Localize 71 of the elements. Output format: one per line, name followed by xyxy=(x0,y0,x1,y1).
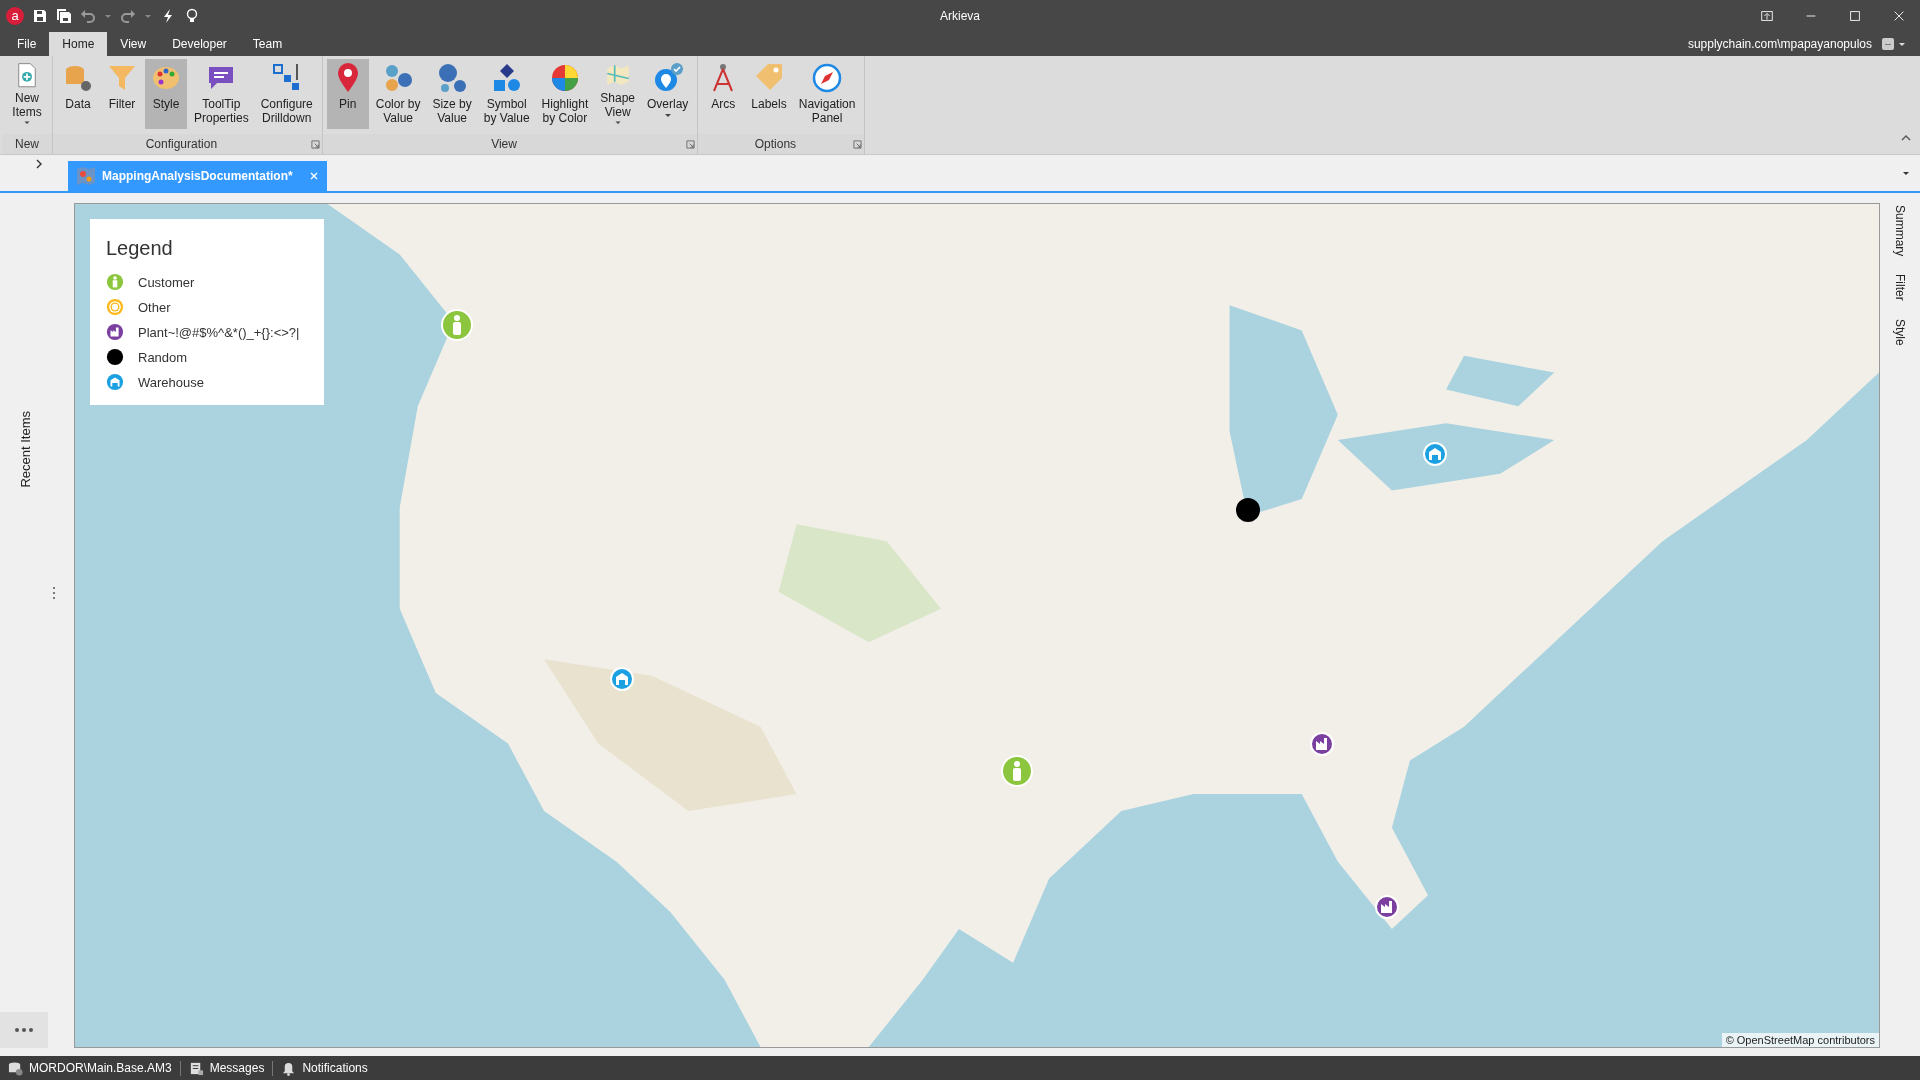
legend-label: Other xyxy=(138,299,171,315)
recent-items-tab[interactable]: Recent Items xyxy=(17,411,33,488)
ribbon-button[interactable]: Size by Value xyxy=(427,59,477,129)
window-title: Arkieva xyxy=(940,9,980,23)
status-item[interactable]: Messages xyxy=(209,1061,265,1075)
status-item[interactable]: MORDOR\Main.Base.AM3 xyxy=(29,1061,172,1075)
side-panel-tab[interactable]: Filter xyxy=(1893,274,1907,301)
caret-icon xyxy=(23,119,31,126)
ribbon-tab[interactable]: File xyxy=(4,32,50,56)
ribbon-button[interactable]: Configure Drilldown xyxy=(255,59,318,129)
dialog-launcher-icon[interactable] xyxy=(853,139,863,149)
ribbon-tab[interactable]: Team xyxy=(239,32,296,56)
maximize-icon[interactable] xyxy=(1848,9,1862,23)
map-marker-dot[interactable] xyxy=(1235,498,1260,522)
ribbon-button[interactable]: Color by Value xyxy=(370,59,426,129)
caret-icon xyxy=(613,119,622,126)
legend-label: Random xyxy=(138,349,188,365)
ribbon-button[interactable]: Navigation Panel xyxy=(793,59,861,129)
ribbon-button[interactable]: Data xyxy=(57,59,99,129)
ribbon-button[interactable]: Highlight by Color xyxy=(536,59,594,129)
user-account[interactable]: supplychain.com\mpapayanopulos xyxy=(1687,37,1872,51)
caret-icon[interactable] xyxy=(1902,169,1910,177)
ribbon-button[interactable]: Style xyxy=(145,59,187,129)
group-label: Options xyxy=(754,137,797,151)
ellipsis-icon xyxy=(14,1028,34,1032)
save-icon[interactable] xyxy=(32,8,48,24)
caret-icon[interactable] xyxy=(1898,40,1906,48)
ribbon-tab[interactable]: Developer xyxy=(159,32,240,56)
group-label: Configuration xyxy=(145,137,218,151)
map-attribution: © OpenStreetMap contributors xyxy=(1721,1033,1879,1047)
ribbon-button[interactable]: Filter xyxy=(101,59,143,129)
ribbon-button[interactable]: Pin xyxy=(326,59,369,129)
circles-icon xyxy=(436,62,469,94)
account-badge[interactable]: -- xyxy=(1882,38,1894,50)
app-logo: a xyxy=(6,7,24,25)
caret-icon xyxy=(663,111,672,119)
close-icon[interactable] xyxy=(1892,9,1906,23)
ribbon-button[interactable]: New Items xyxy=(6,59,48,129)
map-document-icon xyxy=(76,166,96,186)
database-icon xyxy=(8,1060,23,1076)
ribbon-tab[interactable]: Home xyxy=(49,32,108,56)
messages-icon xyxy=(188,1060,204,1076)
legend-label: Warehouse xyxy=(138,374,204,390)
customer-marker-icon[interactable] xyxy=(441,309,474,342)
expand-chevron-icon[interactable] xyxy=(34,159,44,169)
customer-marker-icon[interactable] xyxy=(1000,755,1033,788)
ribbon-button[interactable]: ToolTip Properties xyxy=(189,59,254,129)
ribbon-button[interactable]: Overlay xyxy=(642,59,694,129)
legend-label: Plant~!@#$%^&*()_+{}:<>?| xyxy=(138,324,300,340)
dialog-launcher-icon[interactable] xyxy=(310,139,320,149)
ribbon-button[interactable]: Symbol by Value xyxy=(478,59,535,129)
dialog-launcher-icon[interactable] xyxy=(686,139,696,149)
splitter-grip-icon[interactable] xyxy=(52,586,56,600)
legend-title: Legend xyxy=(106,237,174,260)
side-panel-tab[interactable]: Style xyxy=(1893,319,1907,346)
undo-icon[interactable] xyxy=(80,8,96,24)
ribbon-button[interactable]: Shape View xyxy=(595,59,640,129)
compass-icon xyxy=(811,62,844,94)
more-button[interactable] xyxy=(0,1012,48,1048)
save-all-icon[interactable] xyxy=(56,8,72,24)
ribbon-tab[interactable]: View xyxy=(107,32,160,56)
ribbon-button[interactable]: Labels xyxy=(746,59,792,129)
ribbon-button[interactable]: Arcs xyxy=(702,59,745,129)
legend-label: Customer xyxy=(138,274,195,290)
status-item[interactable]: Notifications xyxy=(302,1061,368,1075)
side-panel-tab[interactable]: Summary xyxy=(1893,205,1907,257)
group-label: View xyxy=(491,137,517,151)
redo-icon[interactable] xyxy=(120,8,136,24)
restore-ribbon-icon[interactable] xyxy=(1760,9,1774,23)
group-label: New xyxy=(15,137,39,151)
lightbulb-icon[interactable] xyxy=(184,8,200,24)
